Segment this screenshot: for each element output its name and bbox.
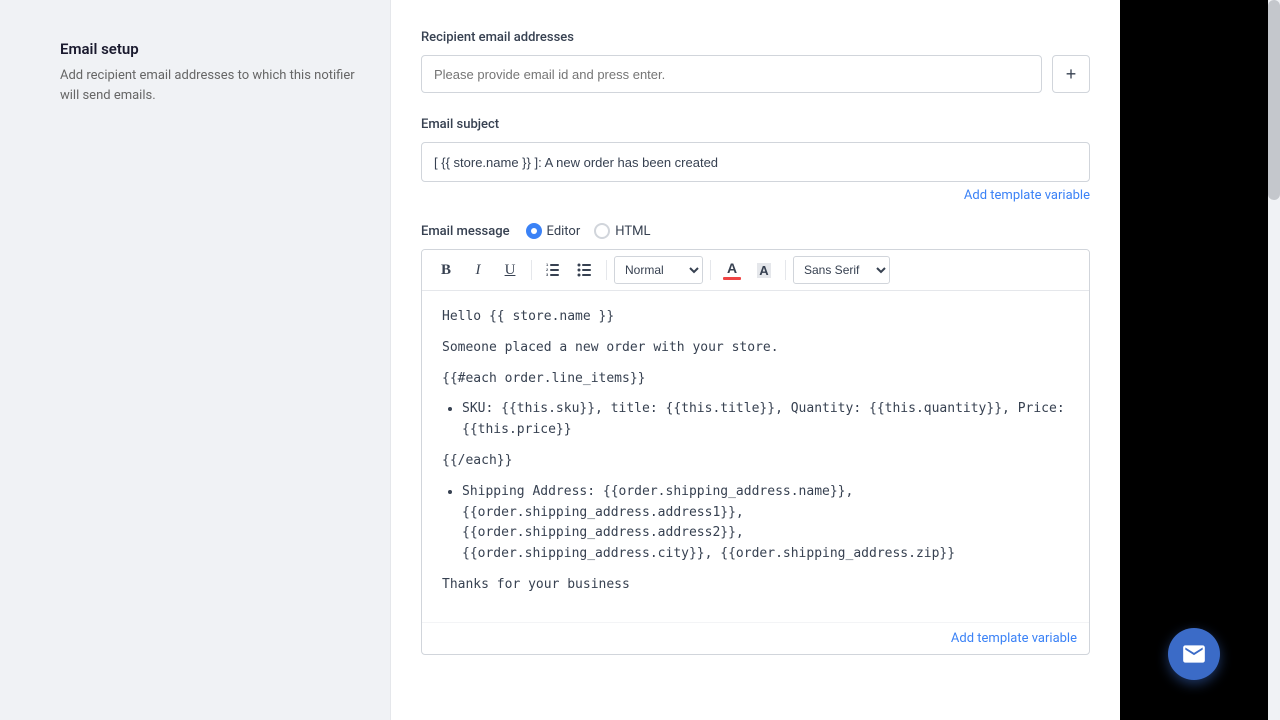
editor-line-5: Thanks for your business — [442, 575, 1069, 596]
add-email-button[interactable]: + — [1052, 55, 1090, 93]
editor-list-item-1: SKU: {{this.sku}}, title: {{this.title}}… — [462, 399, 1069, 441]
scrollbar-track[interactable] — [1268, 0, 1280, 720]
mail-icon — [1181, 641, 1207, 667]
editor-line-4: {{/each}} — [442, 451, 1069, 472]
recipient-email-input[interactable] — [421, 55, 1042, 93]
subject-input[interactable] — [421, 142, 1090, 182]
toolbar-divider-2 — [606, 260, 607, 280]
editor-list-1: SKU: {{this.sku}}, title: {{this.title}}… — [462, 399, 1069, 441]
editor-list-item-2: Shipping Address: {{order.shipping_addre… — [462, 482, 1069, 565]
add-template-variable-link-subject[interactable]: Add template variable — [421, 188, 1090, 203]
html-option[interactable]: HTML — [594, 223, 650, 239]
editor-toolbar: B I U 1 2 3 — [422, 250, 1089, 291]
editor-line-3: {{#each order.line_items}} — [442, 369, 1069, 390]
recipient-label: Recipient email addresses — [421, 30, 1090, 45]
floating-mail-button[interactable] — [1168, 628, 1220, 680]
italic-button[interactable]: I — [464, 256, 492, 284]
scrollbar-thumb[interactable] — [1268, 0, 1280, 200]
font-highlight-button[interactable]: A — [750, 256, 778, 284]
section-description: Add recipient email addresses to which t… — [60, 66, 360, 105]
font-color-underline — [723, 277, 741, 280]
right-bar — [1120, 0, 1280, 720]
message-label: Email message — [421, 224, 510, 239]
html-radio[interactable] — [594, 223, 610, 239]
add-template-variable-link-bottom[interactable]: Add template variable — [434, 631, 1077, 646]
unordered-list-button[interactable] — [571, 256, 599, 284]
editor-body[interactable]: Hello {{ store.name }} Someone placed a … — [422, 291, 1089, 622]
underline-button[interactable]: U — [496, 256, 524, 284]
bold-button[interactable]: B — [432, 256, 460, 284]
recipient-row: + — [421, 55, 1090, 93]
message-header: Email message Editor HTML — [421, 223, 1090, 239]
font-color-icon: A — [727, 260, 737, 276]
toolbar-divider-1 — [531, 260, 532, 280]
svg-text:3: 3 — [546, 272, 549, 277]
editor-container: B I U 1 2 3 — [421, 249, 1090, 655]
heading-select[interactable]: Normal Heading 1 Heading 2 Heading 3 — [614, 256, 703, 284]
html-label: HTML — [615, 224, 650, 239]
toolbar-divider-4 — [785, 260, 786, 280]
message-section: Email message Editor HTML B — [421, 223, 1090, 655]
editor-label: Editor — [547, 224, 581, 239]
ordered-list-button[interactable]: 1 2 3 — [539, 256, 567, 284]
main-content: Recipient email addresses + Email subjec… — [390, 0, 1120, 720]
editor-line-1: Hello {{ store.name }} — [442, 307, 1069, 328]
editor-option[interactable]: Editor — [526, 223, 581, 239]
editor-list-2: Shipping Address: {{order.shipping_addre… — [462, 482, 1069, 565]
left-panel: Email setup Add recipient email addresse… — [0, 0, 390, 720]
editor-radio[interactable] — [526, 223, 542, 239]
font-color-button[interactable]: A — [718, 256, 746, 284]
toolbar-divider-3 — [710, 260, 711, 280]
editor-line-2: Someone placed a new order with your sto… — [442, 338, 1069, 359]
bottom-link-row: Add template variable — [422, 622, 1089, 654]
font-family-select[interactable]: Sans Serif Serif Monospace — [793, 256, 890, 284]
message-type-radio-group: Editor HTML — [526, 223, 651, 239]
section-title: Email setup — [60, 40, 360, 58]
subject-label: Email subject — [421, 117, 1090, 132]
highlight-icon: A — [757, 263, 770, 278]
subject-section: Email subject Add template variable — [421, 117, 1090, 203]
